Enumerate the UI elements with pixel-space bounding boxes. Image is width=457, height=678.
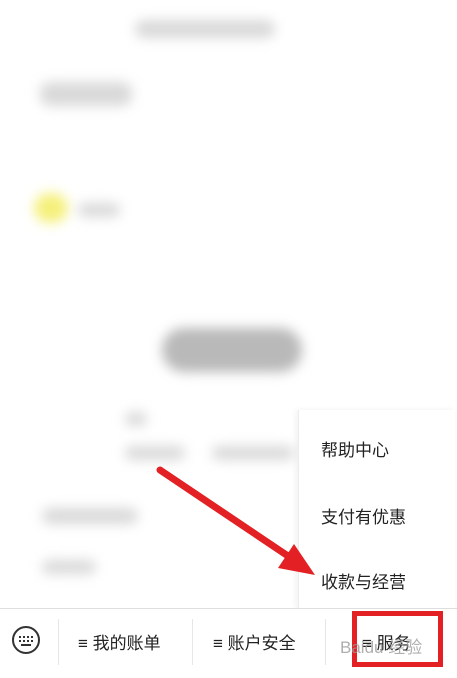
blurred-row-2 <box>78 203 120 217</box>
blurred-title <box>135 20 275 38</box>
tab-account-security[interactable]: ≡ 账户安全 <box>213 629 296 654</box>
blurred-row-6 <box>42 508 138 524</box>
blurred-row-5 <box>212 446 294 460</box>
blurred-row-1 <box>40 82 132 106</box>
tab-divider <box>325 619 326 665</box>
blurred-row-4 <box>125 446 185 460</box>
baidu-watermark: Baidu 经验 <box>340 638 423 657</box>
service-popup-menu: 帮助中心 支付有优惠 收款与经营 <box>298 410 455 610</box>
tab-divider <box>58 619 59 665</box>
menu-item-payment-discount[interactable]: 支付有优惠 <box>321 503 406 528</box>
tab-divider <box>192 619 193 665</box>
keyboard-icon[interactable] <box>12 626 40 654</box>
blurred-yellow-dot <box>34 193 68 223</box>
tab-my-bill[interactable]: ≡ 我的账单 <box>78 629 161 654</box>
blurred-amount <box>162 328 302 372</box>
menu-item-help-center[interactable]: 帮助中心 <box>321 436 389 461</box>
blurred-row-3 <box>125 412 147 426</box>
menu-item-collect-and-business[interactable]: 收款与经营 <box>321 568 406 593</box>
blurred-row-7 <box>42 560 96 574</box>
